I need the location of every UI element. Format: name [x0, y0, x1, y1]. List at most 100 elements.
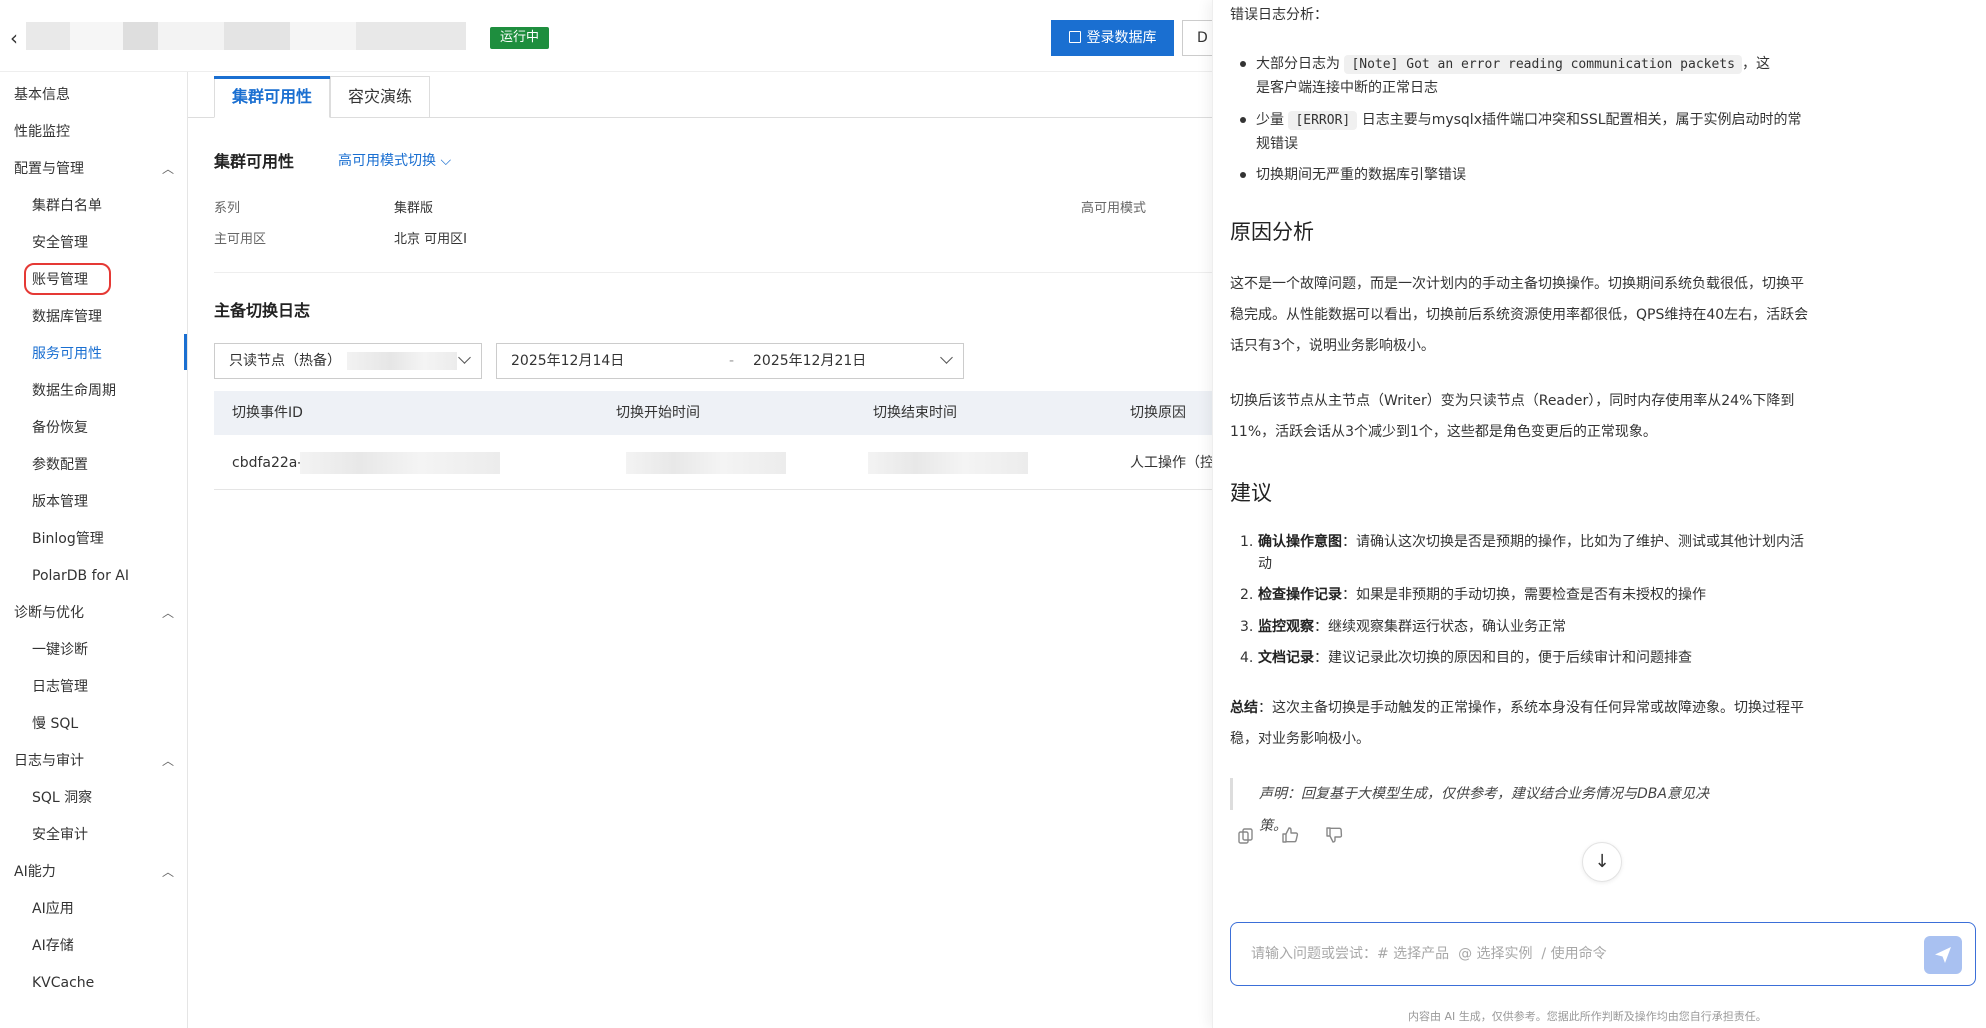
list-number: 3. [1240, 619, 1254, 635]
bullet-text: 规错误 [1256, 136, 1298, 152]
node-id-redacted [347, 352, 457, 370]
sidebar-item-sql-insight[interactable]: SQL 洞察 [32, 788, 92, 808]
code-error: [ERROR] [1288, 111, 1358, 130]
advice-item: 检查操作记录：如果是非预期的手动切换，需要检查是否有未授权的操作 [1258, 583, 1706, 607]
date-end[interactable]: 2025年12月21日 [753, 344, 866, 378]
cause-paragraph-line: 切换后该节点从主节点（Writer）变为只读节点（Reader），同时内存使用率… [1230, 393, 1795, 409]
sidebar-group-label: 配置与管理 [14, 161, 84, 177]
tab-disaster-drill[interactable]: 容灾演练 [330, 76, 430, 118]
sidebar-item-versions[interactable]: 版本管理 [32, 492, 88, 512]
status-badge: 运行中 [490, 27, 550, 49]
start-time-redacted [626, 452, 786, 474]
bullet-dot [1240, 172, 1246, 178]
end-time-redacted [868, 452, 1028, 474]
column-header: 切换原因 [1130, 405, 1186, 421]
chevron-up-icon: ︿ [161, 162, 174, 176]
table-header: 切换事件ID 切换开始时间 切换结束时间 切换原因 [214, 391, 1212, 435]
chevron-up-icon: ︿ [161, 754, 174, 768]
bullet-text: ，这 [1741, 56, 1770, 72]
sidebar-item-performance[interactable]: 性能监控 [14, 122, 70, 142]
primary-zone-label: 主可用区 [214, 232, 267, 247]
advice-item: 监控观察：继续观察集群运行状态，确认业务正常 [1258, 615, 1566, 639]
sidebar-item-databases[interactable]: 数据库管理 [32, 307, 102, 327]
sidebar-item-binlog[interactable]: Binlog管理 [32, 529, 104, 549]
thumbs-down-icon[interactable] [1324, 825, 1344, 845]
sidebar-group-label: 日志与审计 [14, 753, 84, 769]
summary-text: 稳，对业务影响极小。 [1230, 731, 1370, 747]
sidebar-item-security-audit[interactable]: 安全审计 [32, 825, 88, 845]
bullet-dot [1240, 117, 1246, 123]
cause-paragraph-line: 话只有3个，说明业务影响极小。 [1230, 338, 1435, 354]
series-label: 系列 [214, 201, 241, 216]
active-indicator [184, 334, 187, 370]
tab-cluster-availability[interactable]: 集群可用性 [214, 76, 330, 118]
bullet-item: 大部分日志为 [Note] Got an error reading commu… [1256, 52, 1770, 77]
send-button[interactable] [1924, 936, 1962, 974]
sidebar-item-slow-sql[interactable]: 慢 SQL [32, 714, 78, 734]
table-row[interactable]: cbdfa22a- 人工操作（控 [214, 436, 1212, 490]
scroll-down-button[interactable]: ↓ [1582, 842, 1622, 882]
top-bar: ‹ 运行中 登录数据库 D [0, 0, 1222, 72]
thumbs-up-icon[interactable] [1280, 825, 1300, 845]
ha-mode-label: 高可用模式 [1081, 201, 1147, 216]
sidebar-group-label: 诊断与优化 [14, 605, 84, 621]
sidebar-group-audit[interactable]: 日志与审计 ︿ [14, 751, 174, 771]
highlight-ring [24, 263, 111, 295]
chevron-up-icon: ︿ [161, 865, 174, 879]
sidebar-item-whitelist[interactable]: 集群白名单 [32, 196, 102, 216]
summary-bold: 总结 [1230, 700, 1258, 716]
chevron-down-icon: ⌵ [440, 153, 452, 169]
availability-title: 集群可用性 [214, 152, 295, 171]
advice-text: ：请确认这次切换是否是预期的操作，比如为了维护、测试或其他计划内活 [1342, 534, 1804, 550]
list-number: 2. [1240, 587, 1254, 603]
chevron-down-icon [940, 351, 953, 364]
primary-zone-value: 北京 可用区I [394, 232, 467, 247]
copy-icon[interactable] [1236, 826, 1256, 846]
external-link-icon [1068, 31, 1081, 43]
login-database-button[interactable]: 登录数据库 [1051, 20, 1174, 56]
column-header: 切换开始时间 [616, 405, 700, 421]
advice-text: ：继续观察集群运行状态，确认业务正常 [1314, 619, 1566, 635]
date-range-picker[interactable]: 2025年12月14日 - 2025年12月21日 [496, 343, 964, 379]
sidebar-item-kvcache[interactable]: KVCache [32, 973, 94, 993]
date-start[interactable]: 2025年12月14日 [511, 344, 624, 378]
advice-heading: 建议 [1230, 481, 1272, 505]
chevron-left-icon[interactable]: ‹ [10, 26, 18, 50]
code-note: [Note] Got an error reading communicatio… [1344, 55, 1742, 74]
ha-mode-switch-label: 高可用模式切换 [338, 153, 436, 169]
sidebar-item-basic-info[interactable]: 基本信息 [14, 85, 70, 105]
ha-mode-switch-link[interactable]: 高可用模式切换 ⌵ [338, 150, 451, 170]
sidebar-item-log-management[interactable]: 日志管理 [32, 677, 88, 697]
cause-paragraph-line: 稳完成。从性能数据可以看出，切换前后系统资源使用率都很低，QPS维持在40左右，… [1230, 307, 1809, 323]
summary-line: 总结：这次主备切换是手动触发的正常操作，系统本身没有任何异常或故障迹象。切换过程… [1230, 696, 1804, 720]
bullet-dot [1240, 61, 1246, 67]
node-select[interactable]: 只读节点（热备） [214, 343, 482, 379]
sidebar-item-backup[interactable]: 备份恢复 [32, 418, 88, 438]
sidebar-item-parameters[interactable]: 参数配置 [32, 455, 88, 475]
list-number: 4. [1240, 650, 1254, 666]
cause-paragraph-line: 11%，活跃会话从3个减少到1个，这些都是角色变更后的正常现象。 [1230, 424, 1657, 440]
chevron-up-icon: ︿ [161, 606, 174, 620]
sidebar-item-polardb-ai[interactable]: PolarDB for AI [32, 566, 129, 586]
cluster-name-redacted [26, 22, 466, 50]
advice-text: ：建议记录此次切换的原因和目的，便于后续审计和问题排查 [1314, 650, 1692, 666]
sidebar-item-service-availability[interactable]: 服务可用性 [32, 344, 102, 364]
chat-input[interactable] [1230, 922, 1976, 986]
advice-bold: 确认操作意图 [1258, 534, 1342, 550]
column-header: 切换结束时间 [873, 405, 957, 421]
sidebar-group-diagnosis[interactable]: 诊断与优化 ︿ [14, 603, 174, 623]
send-icon [1935, 947, 1951, 963]
sidebar-item-ai-storage[interactable]: AI存储 [32, 936, 74, 956]
section-divider [214, 272, 1212, 273]
sidebar-item-data-lifecycle[interactable]: 数据生命周期 [32, 381, 116, 401]
column-header: 切换事件ID [232, 405, 303, 421]
advice-item: 确认操作意图：请确认这次切换是否是预期的操作，比如为了维护、测试或其他计划内活 [1258, 530, 1804, 554]
sidebar-group-config[interactable]: 配置与管理 ︿ [14, 159, 174, 179]
error-log-title: 错误日志分析： [1230, 7, 1328, 23]
sidebar-item-ai-apps[interactable]: AI应用 [32, 899, 74, 919]
sidebar-item-one-click-diagnosis[interactable]: 一键诊断 [32, 640, 88, 660]
bullet-text: 切换期间无严重的数据库引擎错误 [1256, 167, 1466, 183]
sidebar-group-ai[interactable]: AI能力 ︿ [14, 862, 174, 882]
sidebar-group-label: AI能力 [14, 864, 56, 880]
sidebar-item-security[interactable]: 安全管理 [32, 233, 88, 253]
